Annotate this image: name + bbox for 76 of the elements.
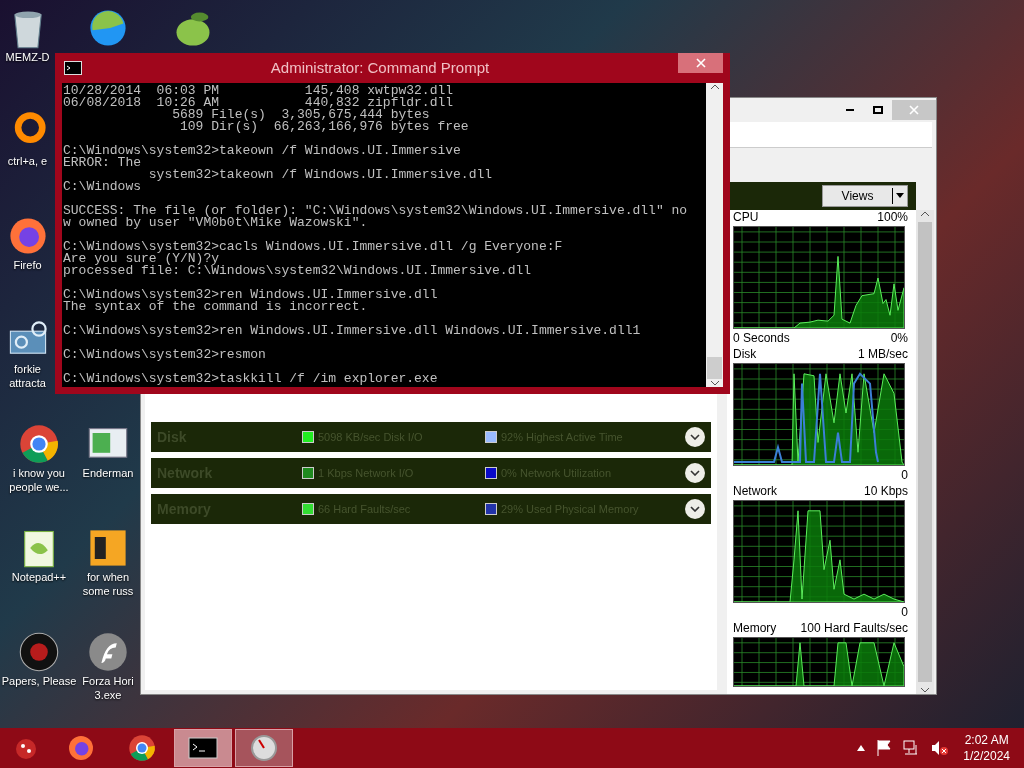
desktop-icon-label[interactable]: some russ: [82, 584, 134, 598]
gauge-icon: [249, 733, 279, 763]
scroll-up-icon[interactable]: [920, 210, 930, 218]
flash-icon: [86, 630, 130, 674]
terminal-icon: [64, 61, 82, 75]
console-line: system32>takeown /f Windows.UI.Immersive.dll: [147, 169, 494, 181]
clock-time[interactable]: 2:02 AM: [964, 732, 1009, 748]
close-icon: [909, 105, 919, 115]
flag-icon[interactable]: [877, 740, 892, 756]
graph-max-label: 100%: [877, 209, 908, 226]
graph-max-label: 1 MB/sec: [858, 346, 908, 363]
caret-up-icon[interactable]: [857, 745, 866, 751]
graph-max-label: 10 Kbps: [863, 483, 908, 500]
scroll-down-icon[interactable]: [709, 379, 720, 387]
console-line: C:\Windows\system32>ren Windows.UI.Immersive.dll Windows.UI.Immersive.dll1: [63, 325, 642, 337]
console-line: C:\Windows\system32>resmon: [63, 349, 267, 361]
chevron-down-icon: [690, 506, 700, 512]
network-icon[interactable]: [903, 740, 920, 756]
desktop-icon-label[interactable]: i know you: [13, 466, 65, 480]
graph-title: Network: [733, 483, 777, 500]
desktop-icon-label[interactable]: Enderman: [82, 466, 134, 480]
chevron-down-icon: [690, 434, 700, 440]
scroll-down-icon[interactable]: [920, 686, 930, 694]
console-line: 5689 File(s) 3,305,675,444 bytes: [171, 109, 430, 121]
console-line: C:\Windows\system32>taskkill /f /im explorer.exe: [63, 373, 439, 385]
desktop-icon-label[interactable]: Forza Hori: [82, 674, 134, 688]
scrollbar[interactable]: [706, 83, 723, 387]
console-line: SUCCESS: The file (or folder): "C:\Windows\system32\Windows.UI.Immersive.dll" no: [63, 205, 689, 217]
scroll-up-icon[interactable]: [709, 83, 720, 91]
clock-date[interactable]: 1/2/2024: [963, 748, 1010, 764]
window-title: Administrator: Command Prompt: [269, 57, 491, 78]
close-icon: [695, 58, 706, 68]
chrome-icon: [127, 733, 157, 763]
desktop-icon-label[interactable]: Notepad++: [11, 570, 67, 584]
dropdown-caret-icon: [893, 192, 907, 200]
views-button[interactable]: Views: [822, 185, 908, 207]
desktop-icon-label[interactable]: for when: [86, 570, 130, 584]
expand-button[interactable]: [685, 499, 705, 519]
graph-min-label: 0%: [890, 329, 908, 347]
desktop-icon-label[interactable]: forkie: [14, 362, 41, 376]
firefox-icon: [66, 733, 96, 763]
graph-title: CPU: [733, 209, 759, 226]
console-line: processed file: C:\Windows\system32\Windows.UI.Immersive.dll: [63, 265, 533, 277]
expand-button[interactable]: [685, 463, 705, 483]
graph-title: Memory: [733, 620, 777, 637]
console-line: 109 Dir(s) 66,263,166,976 bytes free: [179, 121, 470, 133]
console-line: C:\Windows\system32>takeown /f Windows.UI.Immersive: [63, 145, 462, 157]
desktop-icon-label[interactable]: MEMZ-D: [5, 50, 50, 64]
graph-title: Disk: [733, 346, 757, 363]
console-line: 10/28/2014 06:03 PM 145,408 xwtpw32.dll: [63, 85, 455, 97]
console-line: C:\Windows: [63, 181, 142, 193]
desktop-icon-label[interactable]: people we...: [9, 480, 69, 494]
console-line: w owned by user "VM0b0t\Mike Wazowski".: [63, 217, 368, 229]
badge-icon: [17, 630, 61, 674]
desktop-icon-label[interactable]: Firefo: [13, 258, 42, 272]
desktop-icon-label[interactable]: 3.exe: [94, 688, 122, 702]
console-line: C:\Windows\system32>cacls Windows.UI.Immersive.dll /g Everyone:F: [63, 241, 564, 253]
console-line: Are you sure (Y/N)?y: [63, 253, 220, 265]
console-line: ERROR: The: [63, 157, 141, 169]
graph-min-label: 0: [901, 466, 908, 484]
graph-min-label: 0: [901, 603, 908, 621]
desktop-icon-label[interactable]: ctrl+a, e: [7, 154, 48, 168]
scrollbar[interactable]: [916, 210, 934, 694]
taskbar-app-button[interactable]: [174, 729, 232, 767]
graph-time-span: 0 Seconds: [733, 329, 790, 347]
console-line: The syntax of the command is incorrect.: [63, 301, 369, 313]
expand-button[interactable]: [685, 427, 705, 447]
chevron-down-icon: [690, 470, 700, 476]
desktop-icon-label[interactable]: Papers, Please: [1, 674, 77, 688]
console-line: 06/08/2018 10:26 AM 440,832 zipfldr.dll: [63, 97, 455, 109]
graph-max-label: 100 Hard Faults/sec: [800, 620, 908, 637]
scroll-thumb[interactable]: [707, 357, 722, 379]
chrome-icon: [17, 422, 61, 466]
desktop-icon-label[interactable]: attracta: [9, 376, 46, 390]
console-line: C:\Windows\system32>ren Windows.UI.Immersive.dll: [63, 289, 439, 301]
volume-muted-icon[interactable]: [931, 740, 950, 756]
